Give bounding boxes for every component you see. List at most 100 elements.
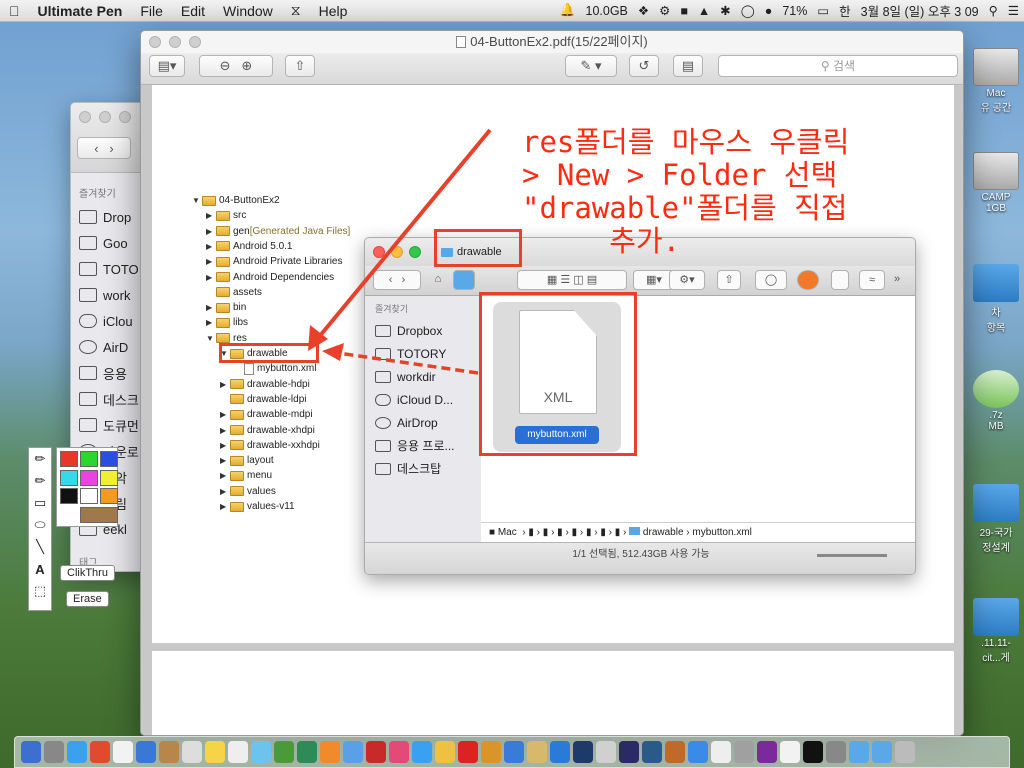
dock-app-icon[interactable] <box>182 741 202 763</box>
minimize-button[interactable] <box>99 111 111 123</box>
desktop-icon-folder-1[interactable]: 차 항목 <box>968 264 1024 334</box>
dock-app-icon[interactable] <box>757 741 777 763</box>
preview-window[interactable]: 04-ButtonEx2.pdf(15/22페이지) ▤▾ ⊖ ⊕ ⇧ ✎ ▾ … <box>140 30 964 736</box>
dock-app-icon[interactable] <box>872 741 892 763</box>
dock-app-icon[interactable] <box>573 741 593 763</box>
share-button[interactable]: ⇧ <box>285 55 315 77</box>
highlighter-tool-icon[interactable]: ✏ <box>29 470 51 492</box>
airplay-icon[interactable]: ▲ <box>693 4 715 18</box>
color-swatch[interactable] <box>80 451 98 467</box>
dock-app-icon[interactable] <box>481 741 501 763</box>
dock-app-icon[interactable] <box>320 741 340 763</box>
dock-app-icon[interactable] <box>412 741 432 763</box>
dock-app-icon[interactable] <box>504 741 524 763</box>
zoom-buttons[interactable]: ⊖ ⊕ <box>199 55 273 77</box>
battery-icon[interactable]: ▭ <box>812 3 834 18</box>
erase-button[interactable]: Erase <box>66 591 109 607</box>
dock-app-icon[interactable] <box>389 741 409 763</box>
menu-edit[interactable]: Edit <box>172 3 214 19</box>
dock-app-icon[interactable] <box>688 741 708 763</box>
notification-center-icon[interactable]: ☰ <box>1003 3 1024 18</box>
dock-app-icon[interactable] <box>550 741 570 763</box>
color-swatch[interactable] <box>60 488 78 504</box>
ellipse-tool-icon[interactable]: ⬭ <box>29 514 51 536</box>
pdf-page[interactable]: ▼ 04-ButtonEx2 ▶ src ▶ gen [Generated Java Fi… <box>152 85 954 643</box>
dock-app-icon[interactable] <box>297 741 317 763</box>
document-area[interactable]: ▼ 04-ButtonEx2 ▶ src ▶ gen [Generated Java Fi… <box>141 85 963 735</box>
zoom-button[interactable] <box>119 111 131 123</box>
color-swatch[interactable] <box>100 451 118 467</box>
markup-button[interactable]: ✎ ▾ <box>565 55 617 77</box>
menu-extra-icon[interactable]: ⧖ <box>282 2 310 19</box>
dock-app-icon[interactable] <box>458 741 478 763</box>
zoom-out-icon[interactable]: ⊖ <box>220 58 231 74</box>
color-swatch[interactable] <box>100 488 118 504</box>
dock-app-icon[interactable] <box>619 741 639 763</box>
sidebar-toggle-button[interactable]: ▤▾ <box>149 55 185 77</box>
color-swatch[interactable] <box>80 469 98 486</box>
dock-app-icon[interactable] <box>90 741 110 763</box>
rotate-button[interactable]: ↺ <box>629 55 659 77</box>
battery-percent[interactable]: 71% <box>777 4 812 18</box>
desktop-icon-folder-3[interactable]: .11.11- cit...게 <box>968 598 1024 664</box>
zoom-in-icon[interactable]: ⊕ <box>241 58 252 74</box>
bluetooth-icon[interactable]: ✱ <box>715 3 735 18</box>
back-forward-buttons[interactable]: ‹ › <box>77 137 131 159</box>
dock-app-icon[interactable] <box>596 741 616 763</box>
desktop-icon-archive[interactable]: .7z MB <box>968 370 1024 432</box>
dock-app-icon[interactable] <box>527 741 547 763</box>
dock-app-icon[interactable] <box>21 741 41 763</box>
dock-app-icon[interactable] <box>849 741 869 763</box>
dock-app-icon[interactable] <box>734 741 754 763</box>
disk-status[interactable]: 10.0GB <box>581 4 633 18</box>
toolbox-button[interactable]: ▤ <box>673 55 703 77</box>
minimize-button[interactable] <box>169 36 181 48</box>
menu-window[interactable]: Window <box>214 3 282 19</box>
dropbox-icon[interactable]: ❖ <box>633 3 654 18</box>
dock-app-icon[interactable] <box>343 741 363 763</box>
line-tool-icon[interactable]: ╲ <box>29 536 51 558</box>
clickthru-button[interactable]: ClikThru <box>60 565 115 581</box>
dock-app-icon[interactable] <box>228 741 248 763</box>
dock-app-icon[interactable] <box>136 741 156 763</box>
color-swatch[interactable] <box>100 469 118 486</box>
dock-app-icon[interactable] <box>113 741 133 763</box>
dock-app-icon[interactable] <box>366 741 386 763</box>
dock-app-icon[interactable] <box>711 741 731 763</box>
pdf-page-next[interactable] <box>152 651 954 735</box>
dock-app-icon[interactable] <box>159 741 179 763</box>
apple-icon[interactable]:  <box>0 3 29 19</box>
dock-app-icon[interactable] <box>826 741 846 763</box>
color-swatch[interactable] <box>80 488 98 504</box>
text-tool-icon[interactable]: A <box>29 558 51 580</box>
clock[interactable]: 3월 8일 (일) 오후 3 09 <box>856 1 984 20</box>
color-swatch[interactable] <box>60 469 78 486</box>
desktop-icon-mac[interactable]: Mac 유 공간 <box>968 48 1024 114</box>
pen-tool-icon[interactable]: ✏ <box>29 448 51 470</box>
menu-file[interactable]: File <box>131 3 172 19</box>
dock-app-icon[interactable] <box>67 741 87 763</box>
dock-app-icon[interactable] <box>251 741 271 763</box>
desktop-icon-folder-2[interactable]: 29-국가 정설계 <box>968 484 1024 554</box>
dock-app-icon[interactable] <box>642 741 662 763</box>
input-source[interactable]: 한 <box>834 1 856 20</box>
dock-app-icon[interactable] <box>205 741 225 763</box>
menu-app-name[interactable]: Ultimate Pen <box>29 3 132 19</box>
dock-app-icon[interactable] <box>665 741 685 763</box>
close-button[interactable] <box>149 36 161 48</box>
bell-icon[interactable]: 🔔 <box>555 3 581 18</box>
dock-app-icon[interactable] <box>803 741 823 763</box>
dock-app-icon[interactable] <box>780 741 800 763</box>
dock-app-icon[interactable] <box>44 741 64 763</box>
dock-app-icon[interactable] <box>274 741 294 763</box>
dock-app-icon[interactable] <box>435 741 455 763</box>
search-input[interactable]: ⚲ 검색 <box>718 55 958 77</box>
wifi-icon[interactable]: ● <box>760 4 778 18</box>
desktop-icon-bootcamp[interactable]: CAMP 1GB <box>968 152 1024 214</box>
select-tool-icon[interactable]: ⬚ <box>29 580 51 602</box>
dock-app-icon[interactable] <box>895 741 915 763</box>
color-swatch[interactable] <box>80 506 118 523</box>
zoom-button[interactable] <box>189 36 201 48</box>
chat-icon[interactable]: ◯ <box>736 3 760 18</box>
sync-icon[interactable]: ⚙ <box>654 3 675 18</box>
